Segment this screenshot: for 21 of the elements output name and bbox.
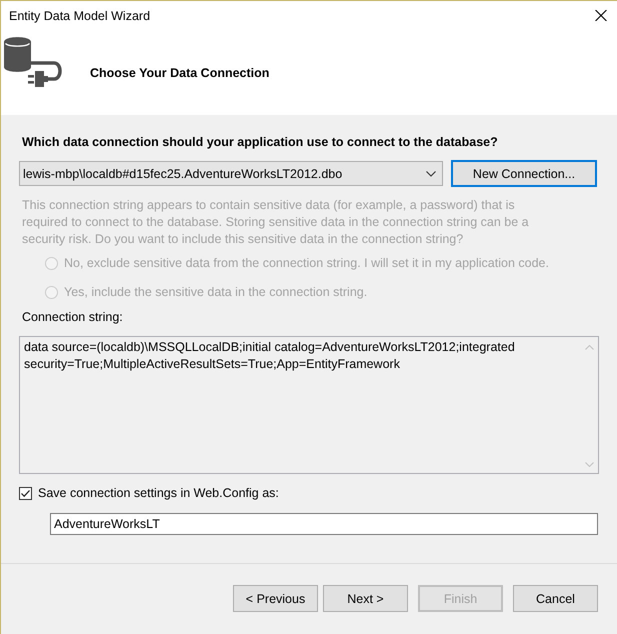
new-connection-button[interactable]: New Connection... xyxy=(451,160,597,187)
save-settings-label: Save connection settings in Web.Config as: xyxy=(38,486,279,500)
cancel-button[interactable]: Cancel xyxy=(513,585,598,612)
next-button[interactable]: Next > xyxy=(323,585,408,612)
connection-string-label: Connection string: xyxy=(22,309,124,325)
previous-button[interactable]: < Previous xyxy=(233,585,318,612)
scroll-down-icon[interactable] xyxy=(585,462,594,467)
scroll-up-icon[interactable] xyxy=(585,345,594,350)
config-name-field[interactable]: AdventureWorksLT xyxy=(50,513,598,535)
database-plug-icon xyxy=(4,37,64,87)
radio-label: No, exclude sensitive data from the connection string. I will set it in my application code. xyxy=(64,256,549,270)
window-title: Entity Data Model Wizard xyxy=(9,8,150,22)
sensitive-data-warning: This connection string appears to contain sensitive data (for example, a password) that is required to connect to the database. Storing sensitive data in the connection string can be a security risk. Do you want to include this sensitive data in the connection string? xyxy=(22,197,530,248)
save-settings-checkbox[interactable] xyxy=(19,486,32,500)
connection-string-field[interactable]: data source=(localdb)\MSSQLLocalDB;initial catalog=AdventureWorksLT2012;integrated security=True;MultipleActiveResultSets=True;App=EntityFramework xyxy=(19,336,599,474)
connection-dropdown[interactable]: lewis-mbp\localdb#d15fec25.AdventureWorksLT2012.dbo xyxy=(19,161,443,186)
chevron-down-icon xyxy=(426,170,436,176)
question-text: Which data connection should your application use to connect to the database? xyxy=(22,134,499,150)
header-title: Choose Your Data Connection xyxy=(90,66,270,80)
close-icon[interactable] xyxy=(595,10,607,21)
radio-label: Yes, include the sensitive data in the connection string. xyxy=(64,285,368,299)
